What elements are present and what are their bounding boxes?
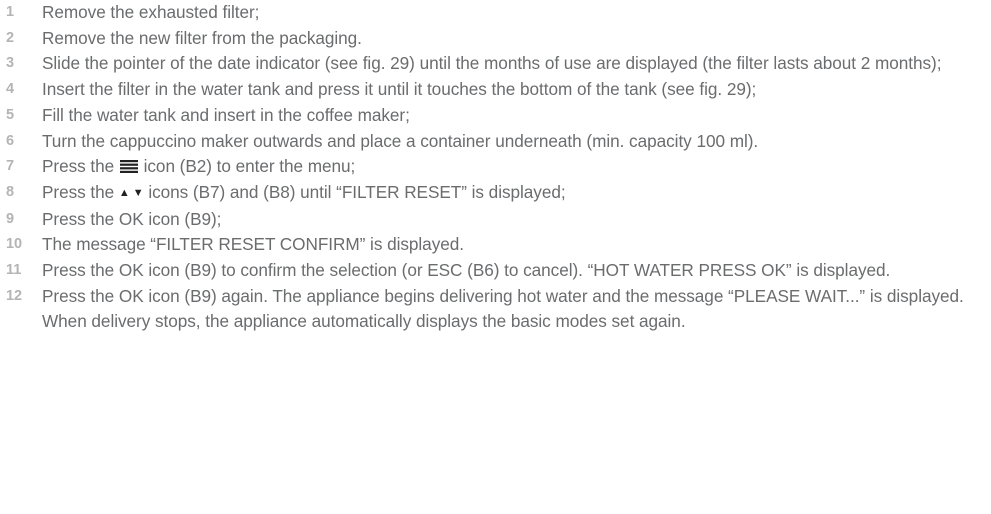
step-number: 8 bbox=[6, 183, 15, 200]
step-text: The message “FILTER RESET CONFIRM” is di… bbox=[42, 234, 464, 255]
step-text: Fill the water tank and insert in the co… bbox=[42, 104, 410, 125]
step-4: 4 Insert the filter in the water tank and… bbox=[0, 77, 991, 103]
step-number: 12 bbox=[6, 287, 23, 304]
step-text-pre: Press the bbox=[42, 181, 115, 202]
step-9: 9 Press the OK icon (B9); bbox=[0, 207, 991, 233]
step-text: Insert the filter in the water tank and … bbox=[42, 79, 757, 100]
step-1: 1 Remove the exhausted filter; bbox=[0, 0, 991, 26]
step-number: 11 bbox=[6, 262, 22, 279]
step-text: Turn the cappuccino maker outwards and p… bbox=[42, 130, 759, 151]
step-text: Remove the new filter from the packaging… bbox=[42, 27, 362, 48]
step-text-post: icon (B2) to enter the menu; bbox=[143, 156, 356, 177]
step-number: 6 bbox=[6, 132, 15, 149]
step-text-pre: Press the bbox=[42, 156, 115, 177]
step-number: 7 bbox=[6, 158, 15, 175]
step-text: Press the OK icon (B9) to confirm the se… bbox=[42, 260, 891, 281]
step-3: 3 Slide the pointer of the date indicator… bbox=[0, 51, 991, 77]
step-text: Press the OK icon (B9) again. The applia… bbox=[42, 285, 964, 332]
step-number: 9 bbox=[6, 210, 15, 227]
step-number: 2 bbox=[6, 29, 15, 46]
step-6: 6 Turn the cappuccino maker outwards and … bbox=[0, 129, 991, 155]
step-text: Remove the exhausted filter; bbox=[42, 2, 260, 22]
step-12: 12 Press the OK icon (B9) again. The appl… bbox=[0, 284, 991, 335]
step-10: 10 The message “FILTER RESET CONFIRM” is … bbox=[0, 232, 991, 258]
step-number: 5 bbox=[6, 106, 15, 123]
menu-icon bbox=[119, 160, 138, 174]
up-down-arrows-icon: ▲ ▼ bbox=[118, 186, 144, 199]
step-number: 1 bbox=[6, 4, 15, 20]
step-number: 4 bbox=[6, 81, 15, 98]
step-2: 2 Remove the new filter from the packagin… bbox=[0, 26, 991, 52]
step-text: Slide the pointer of the date indicator … bbox=[42, 53, 942, 74]
step-5: 5 Fill the water tank and insert in the c… bbox=[0, 103, 991, 129]
step-number: 10 bbox=[6, 236, 23, 253]
step-text-post: icons (B7) and (B8) until “FILTER RESET”… bbox=[148, 181, 566, 202]
step-7: 7 Press the icon (B2) to enter the menu; bbox=[0, 154, 991, 180]
step-number: 3 bbox=[6, 55, 15, 72]
instruction-list: 1 Remove the exhausted filter; 2 Remove th… bbox=[0, 0, 991, 514]
step-11: 11 Press the OK icon (B9) to confirm the … bbox=[0, 258, 991, 284]
step-text: Press the OK icon (B9); bbox=[42, 208, 222, 229]
step-8: 8 Press the ▲ ▼ icons (B7) and (B8) until… bbox=[0, 180, 991, 207]
